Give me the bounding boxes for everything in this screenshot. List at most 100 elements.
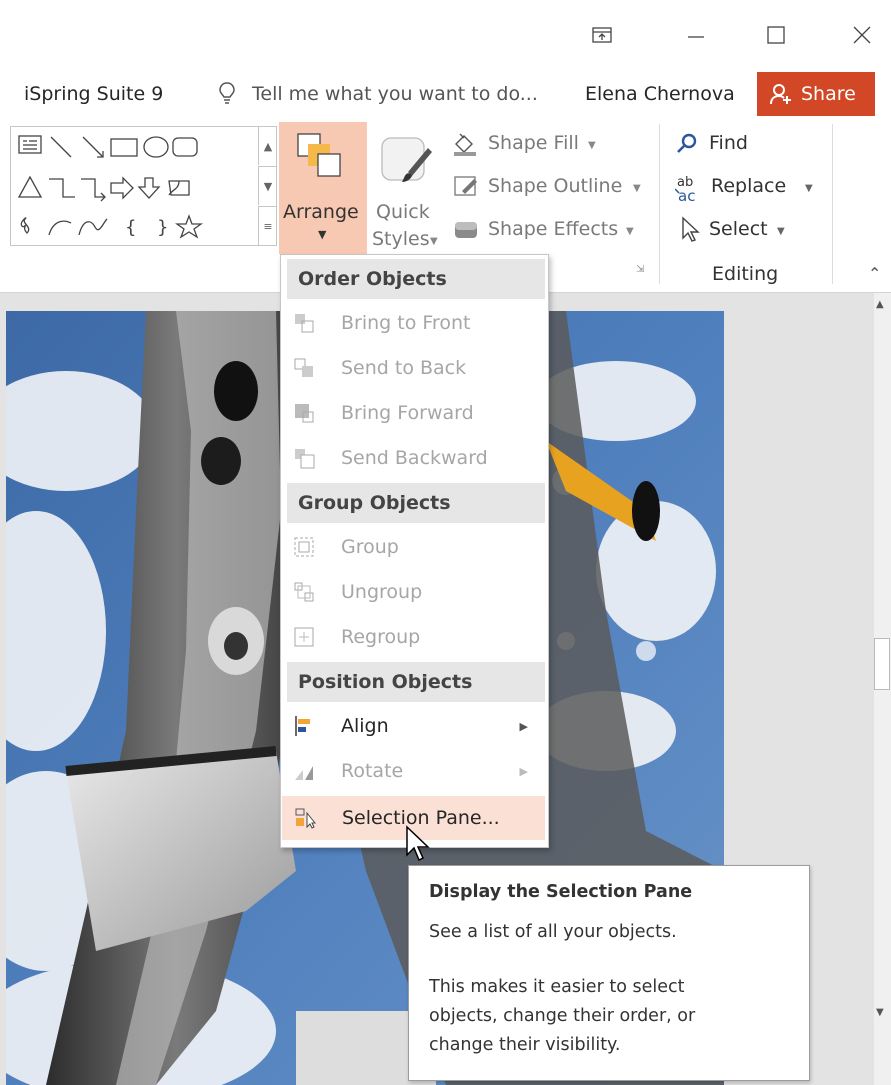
shapes-gallery[interactable]: { } ▲ ▼ ≡ (10, 126, 277, 246)
shape-effects-label: Shape Effects (488, 218, 619, 240)
bring-to-front-label: Bring to Front (341, 312, 471, 334)
tooltip-line-4: change their visibility. (429, 1035, 621, 1055)
bring-forward-label: Bring Forward (341, 402, 474, 424)
share-button[interactable]: Share (757, 72, 875, 116)
find-label: Find (709, 132, 748, 154)
regroup-item[interactable]: Regroup (281, 615, 546, 659)
share-label: Share (801, 83, 856, 105)
svg-text:ac: ac (678, 187, 695, 205)
bring-forward-icon (295, 404, 314, 423)
collapse-ribbon-icon[interactable]: ⌃ (868, 264, 881, 283)
pencil-outline-icon (454, 176, 477, 196)
search-icon (677, 133, 697, 153)
send-backward-item[interactable]: Send Backward (281, 436, 546, 480)
paint-bucket-icon (454, 133, 476, 156)
group-objects-header: Group Objects (287, 483, 545, 523)
shape-fill-button[interactable]: Shape Fill ▼ (450, 128, 650, 166)
shape-outline-dropdown-icon: ▼ (633, 183, 641, 194)
bring-to-front-item[interactable]: Bring to Front (281, 301, 546, 345)
ribbon-display-options-icon[interactable] (582, 18, 622, 52)
ungroup-icon (294, 582, 314, 602)
bring-forward-item[interactable]: Bring Forward (281, 391, 546, 435)
scroll-thumb[interactable] (874, 638, 890, 690)
title-bar (0, 0, 891, 70)
svg-text:{: { (125, 217, 136, 238)
regroup-label: Regroup (341, 626, 421, 648)
send-to-back-item[interactable]: Send to Back (281, 346, 546, 390)
regroup-icon (294, 627, 314, 647)
arrange-icon (297, 133, 341, 177)
quick-styles-label-1: Quick (376, 201, 430, 223)
rotate-label: Rotate (341, 760, 404, 782)
quick-styles-label-2: Styles (372, 228, 430, 250)
selection-pane-icon (295, 808, 316, 829)
shapes-grid-icon: { } (17, 135, 204, 239)
replace-button[interactable]: ab ac Replace ▼ (675, 171, 825, 209)
align-icon (295, 716, 310, 736)
ribbon-divider (659, 124, 660, 284)
replace-icon: ab ac (675, 175, 695, 205)
vertical-scrollbar[interactable]: ▲ ▼ (874, 293, 891, 1085)
rotate-item[interactable]: Rotate ▶ (281, 749, 546, 793)
bring-to-front-icon (295, 314, 314, 333)
maximize-icon[interactable] (756, 18, 796, 52)
send-to-back-icon (294, 358, 313, 377)
shape-effects-button[interactable]: Shape Effects ▼ (450, 214, 650, 252)
select-label: Select (709, 218, 768, 240)
rotate-icon (295, 766, 313, 780)
send-to-back-label: Send to Back (341, 357, 467, 379)
close-icon[interactable] (842, 18, 882, 52)
shape-outline-label: Shape Outline (488, 175, 623, 197)
send-backward-label: Send Backward (341, 447, 488, 469)
scroll-down-icon[interactable]: ▼ (876, 1007, 884, 1018)
gallery-more-icon[interactable]: ≡ (258, 206, 277, 246)
gallery-scroll-down-icon[interactable]: ▼ (258, 166, 277, 205)
arrange-dropdown-icon: ▼ (318, 228, 327, 241)
drawing-dialog-launcher-icon[interactable]: ⇲ (636, 264, 644, 275)
align-submenu-arrow-icon: ▶ (519, 719, 528, 733)
group-item[interactable]: Group (281, 525, 546, 569)
gallery-scroll-up-icon[interactable]: ▲ (258, 127, 277, 165)
send-backward-icon (295, 449, 315, 469)
tooltip-line-2: This makes it easier to select (429, 977, 685, 997)
tooltip-line-1: See a list of all your objects. (429, 922, 677, 942)
minimize-icon[interactable] (676, 18, 716, 52)
cursor-select-icon (682, 216, 700, 242)
shape-outline-button[interactable]: Shape Outline ▼ (450, 171, 655, 209)
quick-styles-icon (381, 137, 432, 182)
align-label: Align (341, 715, 389, 737)
replace-dropdown-icon: ▼ (805, 183, 813, 194)
quick-styles-button[interactable]: Quick Styles ▼ (372, 122, 442, 254)
shape-fill-dropdown-icon: ▼ (588, 140, 596, 151)
select-dropdown-icon: ▼ (777, 226, 785, 237)
arrange-button[interactable]: Arrange ▼ (279, 122, 367, 254)
rotate-submenu-arrow-icon: ▶ (519, 764, 528, 778)
arrange-label: Arrange (283, 201, 359, 223)
person-add-icon (769, 82, 793, 106)
order-objects-header: Order Objects (287, 259, 545, 299)
svg-text:}: } (157, 217, 168, 238)
tooltip-line-3: objects, change their order, or (429, 1006, 696, 1026)
user-name[interactable]: Elena Chernova (585, 83, 735, 105)
select-button[interactable]: Select ▼ (675, 214, 815, 252)
position-objects-header: Position Objects (287, 662, 545, 702)
align-item[interactable]: Align ▶ (281, 704, 546, 748)
group-icon (294, 537, 314, 557)
shape-effects-dropdown-icon: ▼ (626, 226, 634, 237)
editing-group-label: Editing (712, 263, 779, 285)
ungroup-label: Ungroup (341, 581, 423, 603)
scroll-up-icon[interactable]: ▲ (876, 299, 884, 310)
find-button[interactable]: Find (675, 128, 815, 166)
ungroup-item[interactable]: Ungroup (281, 570, 546, 614)
tooltip-title: Display the Selection Pane (429, 882, 693, 902)
arrange-dropdown-menu: Order Objects Bring to Front Send to Bac… (280, 254, 549, 848)
lightbulb-icon (218, 81, 236, 110)
shape-effects-icon (455, 222, 477, 238)
tab-ispring-suite[interactable]: iSpring Suite 9 (24, 83, 163, 105)
mouse-cursor-icon (406, 825, 430, 862)
tell-me-search[interactable]: Tell me what you want to do... (252, 83, 538, 105)
shape-fill-label: Shape Fill (488, 132, 579, 154)
ribbon-divider (832, 124, 833, 284)
quick-styles-dropdown-icon: ▼ (430, 236, 438, 247)
selection-pane-tooltip: Display the Selection Pane See a list of… (408, 865, 810, 1081)
